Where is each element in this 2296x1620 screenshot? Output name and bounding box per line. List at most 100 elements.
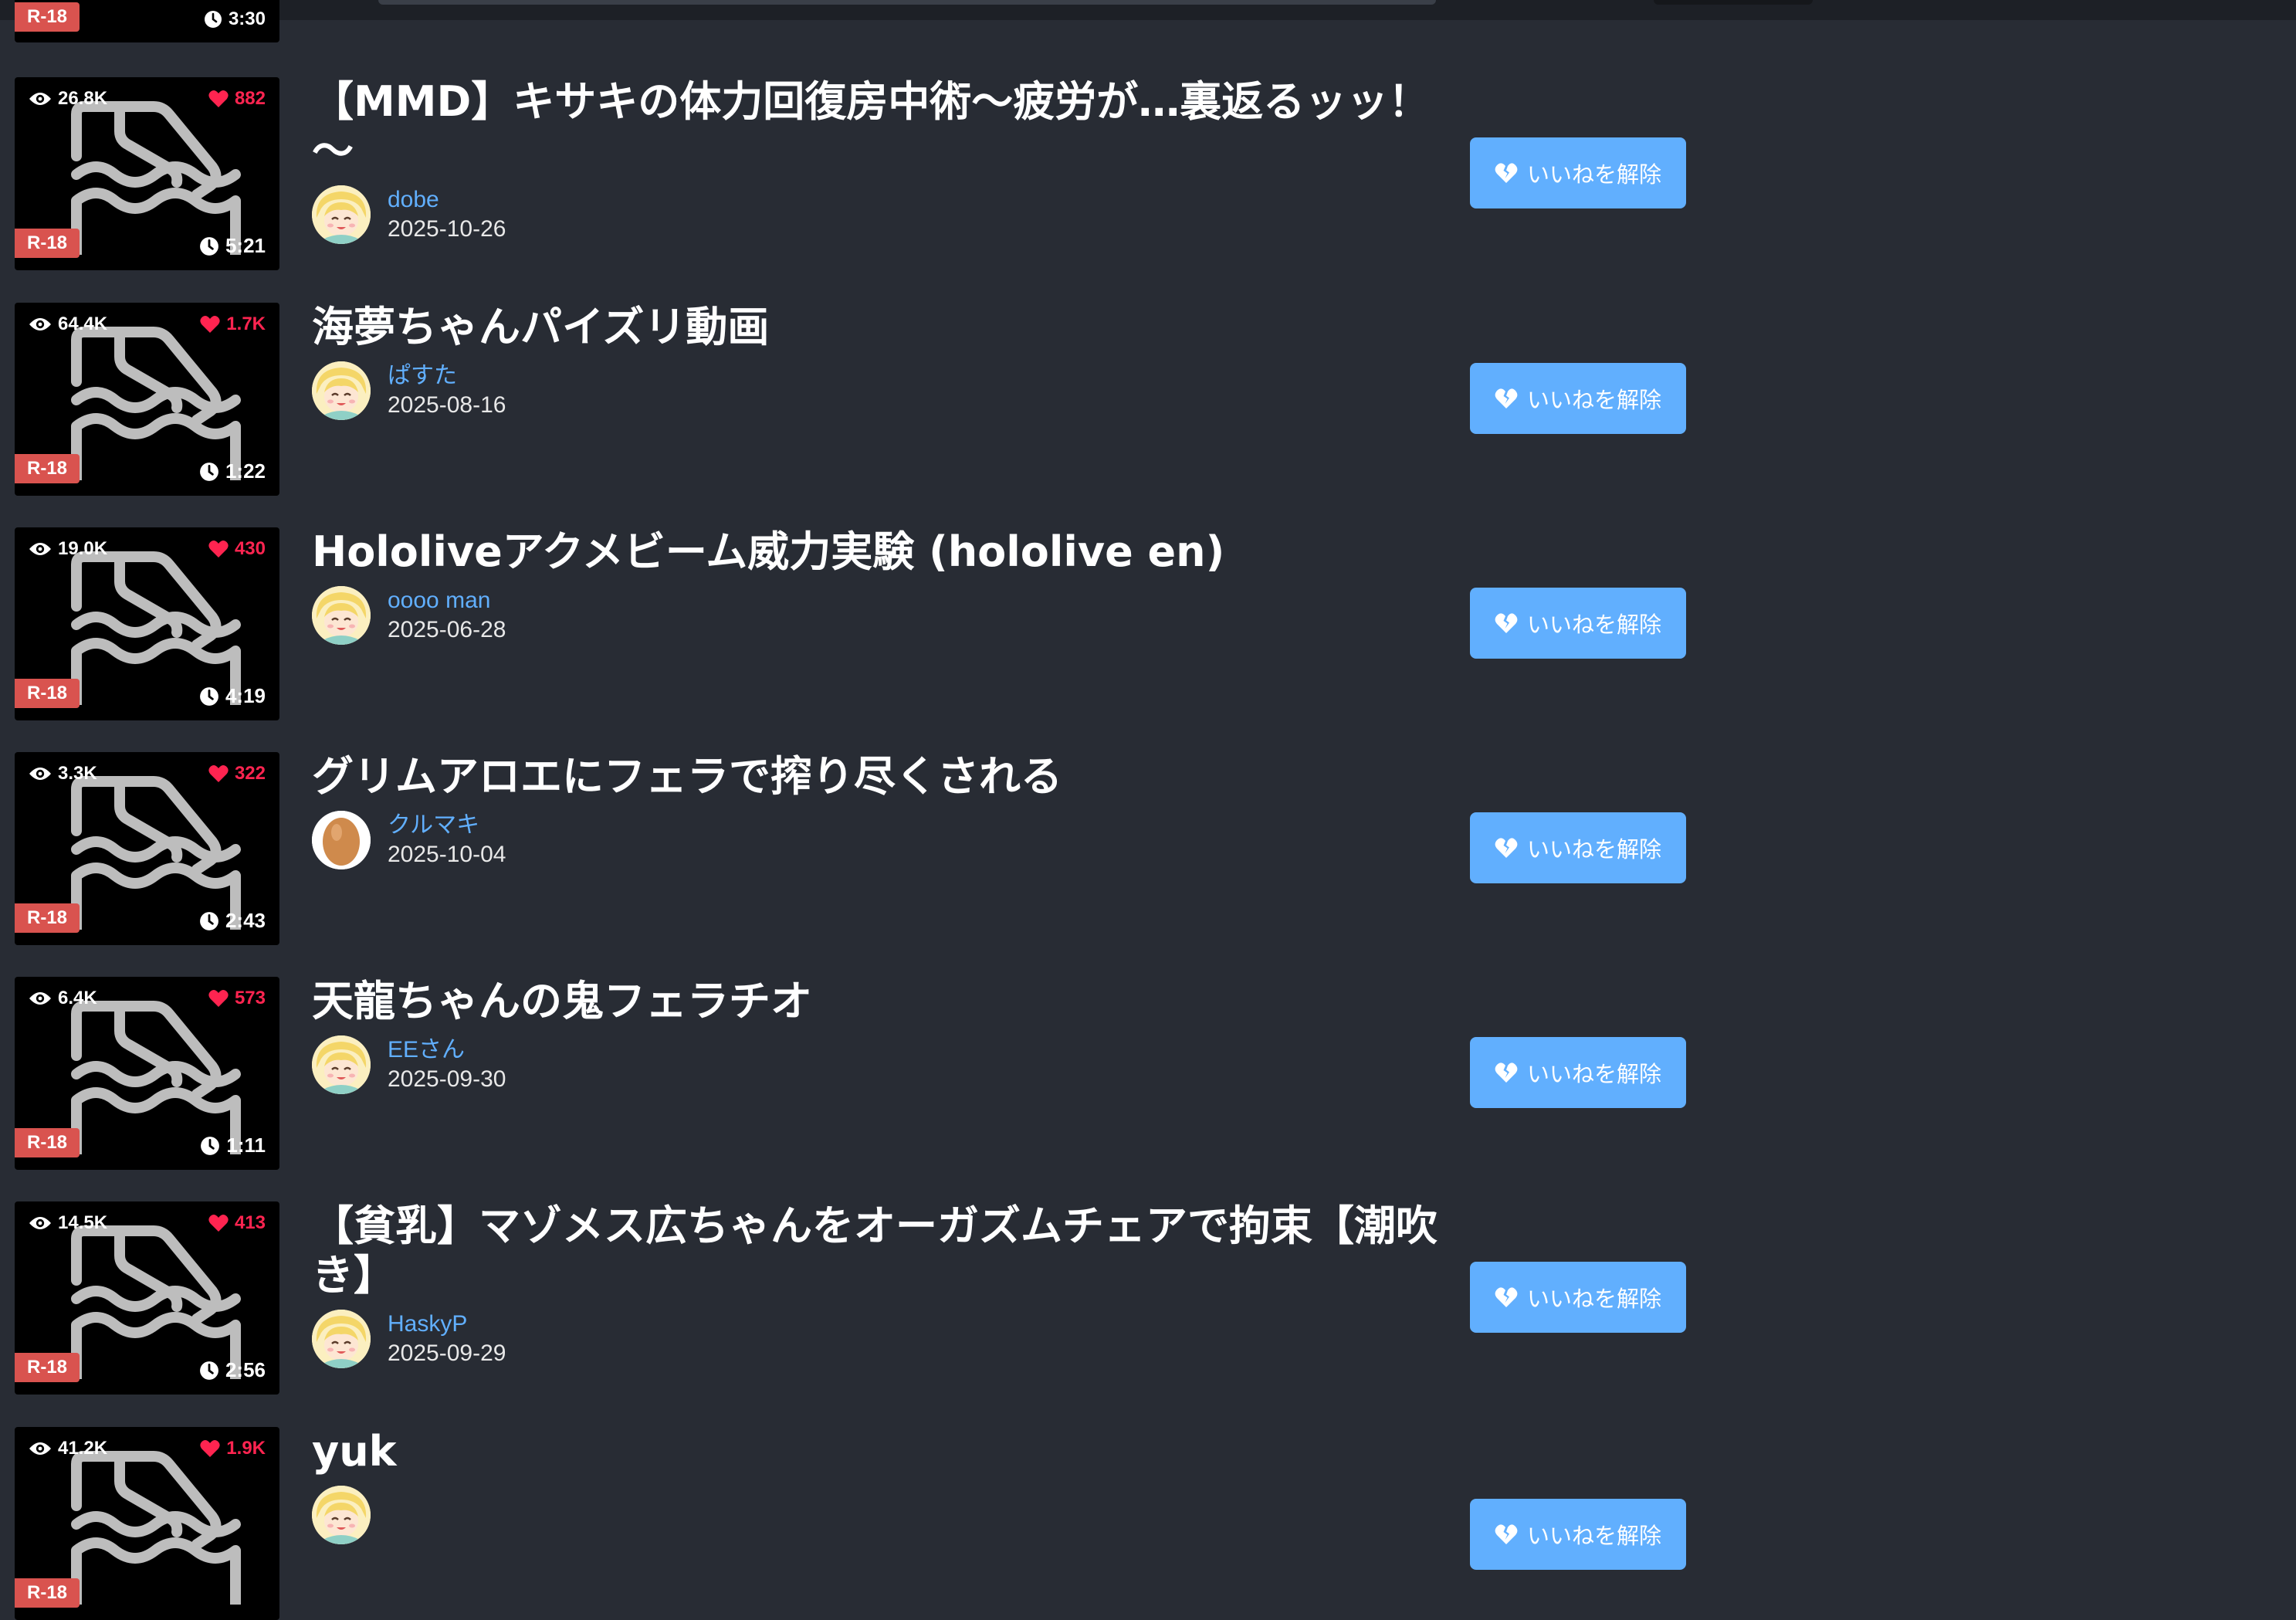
duration-text: 2:43 xyxy=(225,909,266,932)
unlike-button[interactable]: いいねを解除 xyxy=(1470,137,1686,208)
broken-image-placeholder-icon xyxy=(71,327,241,480)
like-count: 1.9K xyxy=(200,1438,266,1459)
video-title[interactable]: 【貧乳】マゾメス広ちゃんをオーガズムチェアで拘束【潮吹き】 xyxy=(312,1201,1470,1300)
video-meta: ぱすた 2025-08-16 xyxy=(312,361,1470,420)
video-title[interactable]: yuk xyxy=(312,1427,1470,1476)
scrollbar-thumb[interactable] xyxy=(1654,0,1813,5)
video-title[interactable]: 天龍ちゃんの鬼フェラチオ xyxy=(312,977,1470,1026)
like-count: 573 xyxy=(208,988,266,1009)
author-name[interactable]: dobe xyxy=(388,185,506,215)
clock-icon xyxy=(200,686,218,706)
avatar-image xyxy=(312,185,371,244)
heart-icon xyxy=(208,1214,229,1232)
broken-image-placeholder-icon xyxy=(71,551,241,705)
unlike-button-label: いいねを解除 xyxy=(1526,612,1661,638)
upload-date: 2025-06-28 xyxy=(388,617,506,642)
video-title[interactable]: 海夢ちゃんパイズリ動画 xyxy=(312,303,1470,352)
author-name[interactable]: ぱすた xyxy=(388,361,506,391)
duration-label: 5:21 xyxy=(199,234,266,258)
video-thumbnail[interactable]: 14.5K 413 R-18 2:56 xyxy=(15,1201,279,1395)
eye-icon xyxy=(29,768,51,780)
video-thumbnail[interactable]: 19.0K 430 R-18 4:19 xyxy=(15,527,279,720)
video-list-item: 19.0K 430 R-18 4:19 Hololiveアクメビーム威力実験 (… xyxy=(0,527,2296,720)
view-count-text: 19.0K xyxy=(58,538,108,559)
author-name[interactable]: HaskyP xyxy=(388,1310,506,1339)
clock-icon xyxy=(200,462,218,481)
author-avatar[interactable] xyxy=(312,1486,371,1544)
view-count: 14.5K xyxy=(29,1212,107,1234)
video-list-item: 26.8K 882 R-18 5:21 【MMD】キサキの体力回復房中術～疲労が… xyxy=(0,77,2296,270)
author-avatar[interactable] xyxy=(312,1035,371,1094)
like-count-text: 882 xyxy=(234,88,266,109)
broken-image-placeholder-icon xyxy=(71,776,241,930)
video-title[interactable]: 【MMD】キサキの体力回復房中術～疲労が…裏返るッッ！～ xyxy=(312,77,1470,176)
view-count-text: 64.4K xyxy=(58,313,108,334)
horizontal-scrollbar[interactable] xyxy=(378,0,1813,5)
video-meta: HaskyP 2025-09-29 xyxy=(312,1310,1470,1368)
video-title[interactable]: Hololiveアクメビーム威力実験 (hololive en) xyxy=(312,527,1470,577)
video-thumbnail[interactable]: 6.4K 573 R-18 1:11 xyxy=(15,977,279,1170)
view-count: 41.2K xyxy=(29,1438,107,1459)
like-count-text: 573 xyxy=(234,988,266,1008)
duration-label: 4:19 xyxy=(199,684,266,708)
unlike-button-label: いいねを解除 xyxy=(1526,1061,1661,1087)
author-avatar[interactable] xyxy=(312,361,371,420)
view-count: 3.3K xyxy=(29,763,97,785)
like-count-text: 1.7K xyxy=(226,313,266,334)
author-avatar[interactable] xyxy=(312,1310,371,1368)
upload-date: 2025-09-30 xyxy=(388,1066,506,1092)
heart-icon xyxy=(200,1439,220,1457)
unlike-button[interactable]: いいねを解除 xyxy=(1470,1262,1686,1333)
r18-badge: R-18 xyxy=(15,903,80,933)
top-bar xyxy=(0,0,2296,20)
egg-avatar[interactable] xyxy=(312,811,371,869)
heart-icon xyxy=(200,315,220,333)
unlike-button[interactable]: いいねを解除 xyxy=(1470,1499,1686,1570)
r18-badge: R-18 xyxy=(15,679,80,708)
broken-image-placeholder-icon xyxy=(71,1225,241,1379)
unlike-button[interactable]: いいねを解除 xyxy=(1470,363,1686,434)
video-thumbnail[interactable]: 26.8K 882 R-18 5:21 xyxy=(15,77,279,270)
video-list-item: 41.2K 1.9K R-18 yuk いいねを解除 xyxy=(0,1427,2296,1620)
video-thumbnail[interactable]: 64.4K 1.7K R-18 1:22 xyxy=(15,303,279,496)
broken-image-placeholder-icon xyxy=(71,1451,241,1605)
avatar-image xyxy=(312,1486,371,1544)
unlike-button[interactable]: いいねを解除 xyxy=(1470,1037,1686,1108)
heart-icon xyxy=(208,90,229,107)
like-count-text: 322 xyxy=(234,763,266,784)
eye-icon xyxy=(29,93,51,105)
broken-heart-icon xyxy=(1495,838,1518,858)
duration-text: 3:30 xyxy=(228,8,266,29)
author-name[interactable]: クルマキ xyxy=(388,811,506,840)
video-meta: クルマキ 2025-10-04 xyxy=(312,811,1470,869)
heart-icon xyxy=(208,764,229,782)
duration-label: 3:30 xyxy=(204,8,266,30)
like-count-text: 430 xyxy=(234,538,266,559)
author-avatar[interactable] xyxy=(312,586,371,645)
duration-label: 1:11 xyxy=(200,1134,266,1157)
video-thumbnail[interactable]: 3.3K 322 R-18 2:43 xyxy=(15,752,279,945)
broken-heart-icon xyxy=(1495,613,1518,633)
author-avatar[interactable] xyxy=(312,185,371,244)
partial-video-thumbnail[interactable]: R-18 3:30 xyxy=(15,0,279,42)
upload-date: 2025-09-29 xyxy=(388,1340,506,1366)
r18-badge: R-18 xyxy=(15,1353,80,1382)
unlike-button[interactable]: いいねを解除 xyxy=(1470,812,1686,883)
clock-icon xyxy=(204,11,222,28)
author-name[interactable]: oooo man xyxy=(388,586,506,615)
eye-icon xyxy=(29,992,51,1005)
unlike-button[interactable]: いいねを解除 xyxy=(1470,588,1686,659)
like-count: 413 xyxy=(208,1212,266,1234)
video-title[interactable]: グリムアロエにフェラで搾り尽くされる xyxy=(312,752,1470,802)
video-thumbnail[interactable]: 41.2K 1.9K R-18 xyxy=(15,1427,279,1620)
r18-badge: R-18 xyxy=(15,229,80,258)
author-name[interactable]: EEさん xyxy=(388,1035,506,1065)
video-list-item: 6.4K 573 R-18 1:11 天龍ちゃんの鬼フェラチオ EEさん 202… xyxy=(0,977,2296,1170)
clock-icon xyxy=(200,911,218,930)
broken-heart-icon xyxy=(1495,388,1518,408)
duration-label: 2:43 xyxy=(199,909,266,933)
clock-icon xyxy=(201,1136,220,1155)
view-count-text: 6.4K xyxy=(58,988,97,1008)
broken-heart-icon xyxy=(1495,1287,1518,1307)
broken-heart-icon xyxy=(1495,1062,1518,1083)
